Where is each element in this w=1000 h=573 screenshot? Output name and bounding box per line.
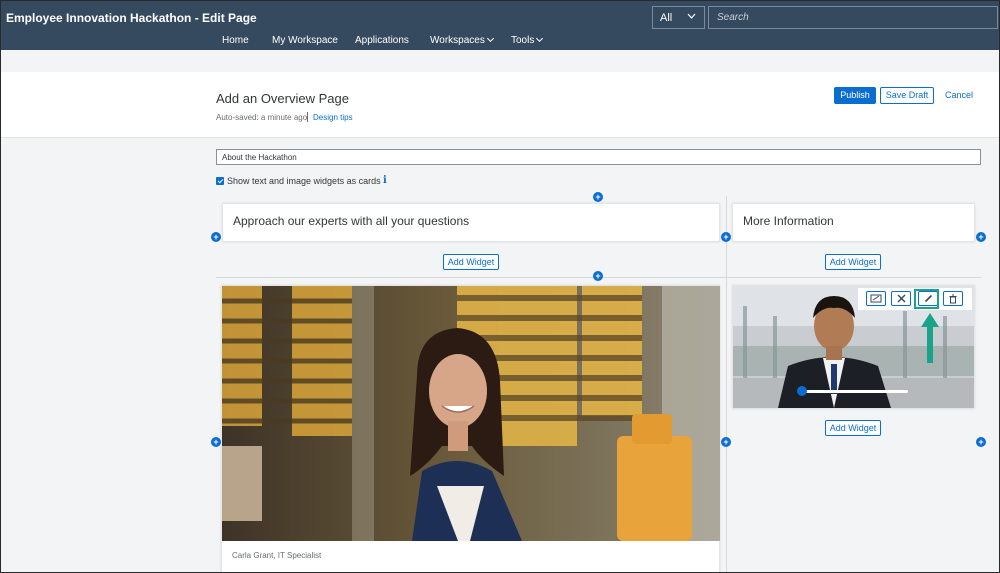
info-icon[interactable]: i (383, 175, 387, 186)
autosave-status: Auto-saved: a minute ago (216, 113, 308, 122)
nav-workspaces[interactable]: Workspaces (430, 34, 494, 46)
chevron-down-icon (486, 34, 494, 43)
add-column-left-icon[interactable]: + (211, 232, 221, 242)
image-carla-grant (222, 286, 720, 541)
page-title: Add an Overview Page (216, 91, 349, 106)
search-input[interactable] (709, 7, 997, 28)
search-scope-value: All (660, 12, 673, 24)
edit-button-highlight (914, 289, 939, 309)
text-widget-card[interactable]: More Information (732, 203, 975, 242)
app-title: Employee Innovation Hackathon - Edit Pag… (6, 11, 257, 25)
image-size-slider[interactable] (802, 390, 908, 393)
design-tips-link[interactable]: Design tips (313, 113, 353, 122)
add-row-between-icon[interactable]: + (593, 271, 603, 281)
close-icon[interactable] (891, 291, 911, 306)
nav-workspaces-label: Workspaces (430, 35, 485, 46)
top-nav: Home My Workspace Applications Workspace… (0, 34, 1000, 49)
add-row-above-icon[interactable]: + (593, 192, 603, 202)
column-divider (726, 196, 727, 573)
add-widget-button[interactable]: Add Widget (825, 254, 881, 270)
save-draft-button[interactable]: Save Draft (880, 87, 934, 104)
cancel-button[interactable]: Cancel (940, 87, 978, 104)
nav-my-workspace[interactable]: My Workspace (272, 35, 338, 46)
search-field[interactable] (708, 6, 998, 29)
shell-bar: Employee Innovation Hackathon - Edit Pag… (0, 0, 1000, 50)
chevron-down-icon (536, 34, 544, 43)
text-widget-card[interactable]: Approach our experts with all your quest… (222, 203, 720, 242)
nav-home[interactable]: Home (222, 35, 249, 46)
add-column-right-icon[interactable]: + (976, 437, 986, 447)
add-column-left-icon[interactable]: + (211, 437, 221, 447)
add-column-middle-icon[interactable]: + (721, 232, 731, 242)
card-title: More Information (743, 214, 834, 228)
page-name-input[interactable] (216, 149, 981, 165)
trash-icon[interactable] (943, 291, 963, 306)
nav-applications[interactable]: Applications (355, 35, 409, 46)
image-caption: Carla Grant, IT Specialist (232, 551, 322, 560)
resize-icon[interactable] (866, 291, 886, 306)
nav-tools[interactable]: Tools (511, 34, 544, 46)
add-column-right-icon[interactable]: + (976, 232, 986, 242)
search-scope-select[interactable]: All (652, 6, 705, 29)
add-widget-button[interactable]: Add Widget (825, 420, 881, 436)
show-cards-label: Show text and image widgets as cards (227, 176, 381, 186)
arrow-up-icon (921, 313, 939, 363)
card-title: Approach our experts with all your quest… (233, 214, 470, 228)
publish-button[interactable]: Publish (834, 87, 876, 104)
page-header: Add an Overview Page Auto-saved: a minut… (0, 72, 1000, 138)
nav-tools-label: Tools (511, 35, 535, 46)
divider (307, 112, 308, 122)
show-cards-checkbox[interactable] (216, 177, 224, 185)
chevron-down-icon (687, 11, 696, 22)
add-widget-button[interactable]: Add Widget (443, 254, 499, 270)
add-column-middle-icon[interactable]: + (721, 437, 731, 447)
slider-handle[interactable] (797, 386, 807, 396)
